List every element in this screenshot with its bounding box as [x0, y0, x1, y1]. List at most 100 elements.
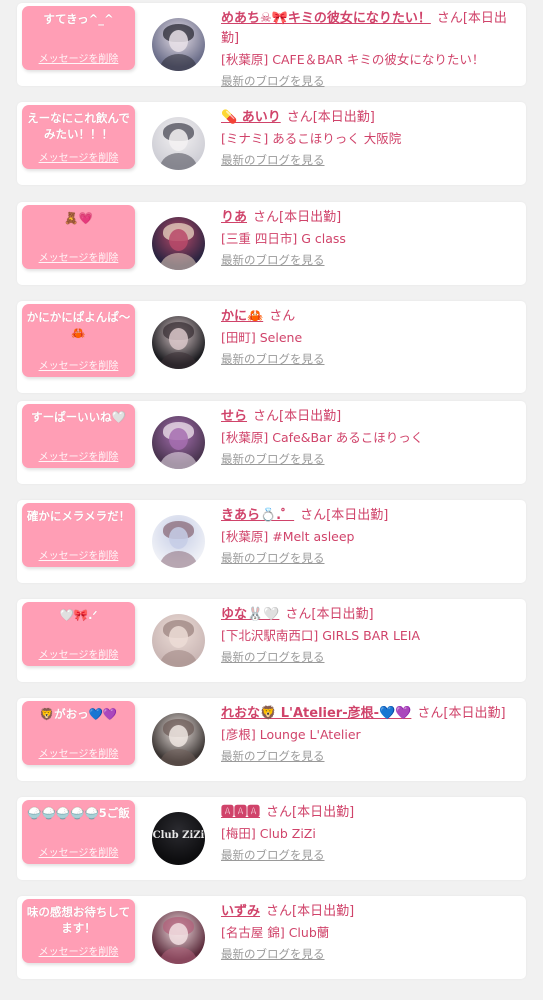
cast-name-link[interactable]: めあち☠🎀キミの彼女になりたい！ — [221, 11, 431, 26]
avatar-photo-icon[interactable] — [152, 416, 205, 469]
message-bubble: すーぱーいいね🤍 メッセージを削除 — [22, 404, 135, 468]
cast-info: 🅰🅰🅰 さん[本日出勤] [梅田] Club ZiZi 最新のブログを見る — [221, 803, 519, 863]
avatar-body-shape — [160, 749, 197, 766]
avatar-photo-icon[interactable] — [152, 316, 205, 369]
avatar-face-shape — [169, 428, 188, 450]
delete-message-button[interactable]: メッセージを削除 — [22, 149, 135, 164]
club-logo-icon[interactable]: Club ZiZi — [152, 812, 205, 865]
latest-blog-link[interactable]: 最新のブログを見る — [221, 649, 325, 665]
message-card: えーなにこれ飲んでみたい！！！ メッセージを削除 💊 あいり さん[本日出勤] [ミナミ… — [17, 102, 526, 185]
honorific-label: さん — [266, 904, 293, 919]
message-card: 🤍🎀.ᐟ メッセージを削除 ゆな🐰🤍 さん[本日出勤] [下北沢駅南西口] GIRLS … — [17, 599, 526, 682]
cast-name-link[interactable]: りあ — [221, 210, 247, 225]
work-status: [本日出勤] — [326, 508, 389, 523]
message-card: 確かにメラメラだ！ メッセージを削除 きあら💍.゜ さん[本日出勤] [秋葉原] #Me… — [17, 500, 526, 583]
cast-name-line: きあら💍.゜ さん[本日出勤] — [221, 506, 519, 526]
message-text: すーぱーいいね🤍 — [31, 410, 126, 424]
honorific-label: さん — [436, 11, 463, 26]
delete-message-button[interactable]: メッセージを削除 — [22, 745, 135, 760]
latest-blog-link[interactable]: 最新のブログを見る — [221, 152, 325, 168]
cast-name-link[interactable]: いずみ — [221, 904, 260, 919]
delete-message-button[interactable]: メッセージを削除 — [22, 249, 135, 264]
cast-name-line: りあ さん[本日出勤] — [221, 208, 519, 228]
cast-name-link[interactable]: 🅰🅰🅰 — [221, 805, 260, 820]
latest-blog-link[interactable]: 最新のブログを見る — [221, 946, 325, 962]
cast-name-link[interactable]: ゆな🐰🤍 — [221, 607, 279, 622]
work-status: [本日出勤] — [279, 409, 342, 424]
cast-name-link[interactable]: れおな🦁 L'Atelier-彦根-💙💜 — [221, 706, 411, 721]
message-bubble: 味の感想お待ちしてます！ メッセージを削除 — [22, 899, 135, 963]
work-status: [本日出勤] — [311, 607, 374, 622]
message-card: 🦁がおっ💙💜 メッセージを削除 れおな🦁 L'Atelier-彦根-💙💜 さん[本日出… — [17, 698, 526, 781]
shop-name: [秋葉原] Cafe&Bar あるこほりっく — [221, 430, 424, 445]
avatar-photo-icon[interactable] — [152, 217, 205, 270]
avatar-photo-icon[interactable] — [152, 713, 205, 766]
delete-message-button[interactable]: メッセージを削除 — [22, 50, 135, 65]
avatar-photo-icon[interactable] — [152, 614, 205, 667]
cast-name-line: めあち☠🎀キミの彼女になりたい！ さん[本日出勤] — [221, 9, 519, 49]
latest-blog-link[interactable]: 最新のブログを見る — [221, 847, 325, 863]
cast-name-link[interactable]: きあら💍.゜ — [221, 508, 294, 523]
message-card: 味の感想お待ちしてます！ メッセージを削除 いずみ さん[本日出勤] [名古屋 錦] C… — [17, 896, 526, 979]
delete-message-button[interactable]: メッセージを削除 — [22, 646, 135, 661]
avatar-face-shape — [169, 129, 188, 151]
cast-name-line: 🅰🅰🅰 さん[本日出勤] — [221, 803, 519, 823]
delete-message-button[interactable]: メッセージを削除 — [22, 357, 135, 372]
cast-name-link[interactable]: かに🦀 — [221, 309, 263, 324]
honorific-label: さん — [286, 110, 313, 125]
avatar-photo-icon[interactable] — [152, 18, 205, 71]
shop-name: [梅田] Club ZiZi — [221, 826, 316, 841]
message-bubble: 🍚🍚🍚🍚🍚5ご飯 メッセージを削除 — [22, 800, 135, 864]
latest-blog-link[interactable]: 最新のブログを見る — [221, 73, 325, 89]
avatar-face-shape — [169, 30, 188, 52]
avatar-body-shape — [160, 947, 197, 964]
latest-blog-link[interactable]: 最新のブログを見る — [221, 451, 325, 467]
honorific-label: さん — [417, 706, 444, 721]
work-status: [本日出勤] — [292, 904, 355, 919]
cast-info: せら さん[本日出勤] [秋葉原] Cafe&Bar あるこほりっく 最新のブログを見… — [221, 407, 519, 467]
avatar-face-shape — [169, 626, 188, 648]
latest-blog-link[interactable]: 最新のブログを見る — [221, 252, 325, 268]
avatar-body-shape — [160, 551, 197, 568]
cast-info: ゆな🐰🤍 さん[本日出勤] [下北沢駅南西口] GIRLS BAR LEIA 最新のブ… — [221, 605, 519, 665]
cast-name-link[interactable]: 💊 あいり — [221, 110, 281, 125]
avatar-photo-icon[interactable] — [152, 117, 205, 170]
message-bubble: 🦁がおっ💙💜 メッセージを削除 — [22, 701, 135, 765]
avatar-face-shape — [169, 328, 188, 350]
avatar-photo-icon[interactable] — [152, 515, 205, 568]
avatar-photo-icon[interactable] — [152, 911, 205, 964]
message-text: 🦁がおっ💙💜 — [39, 707, 118, 721]
cast-info: かに🦀 さん [田町] Selene 最新のブログを見る — [221, 307, 519, 367]
delete-message-button[interactable]: メッセージを削除 — [22, 547, 135, 562]
message-text: すてきっ^_^ — [43, 12, 114, 26]
message-card: すーぱーいいね🤍 メッセージを削除 せら さん[本日出勤] [秋葉原] Cafe&Bar… — [17, 401, 526, 484]
latest-blog-link[interactable]: 最新のブログを見る — [221, 351, 325, 367]
cast-info: りあ さん[本日出勤] [三重 四日市] G class 最新のブログを見る — [221, 208, 519, 268]
message-text: えーなにこれ飲んでみたい！！！ — [27, 111, 130, 141]
avatar-face-shape — [169, 229, 188, 251]
cast-info: めあち☠🎀キミの彼女になりたい！ さん[本日出勤] [秋葉原] CAFE＆BAR キ… — [221, 9, 519, 89]
avatar-body-shape — [160, 54, 197, 71]
work-status: [本日出勤] — [312, 110, 375, 125]
message-bubble: かにかにぱよんぱ〜🦀 メッセージを削除 — [22, 304, 135, 377]
delete-message-button[interactable]: メッセージを削除 — [22, 448, 135, 463]
cast-name-link[interactable]: せら — [221, 409, 247, 424]
shop-name: [ミナミ] あるこほりっく 大阪院 — [221, 131, 402, 146]
delete-message-button[interactable]: メッセージを削除 — [22, 844, 135, 859]
cast-info: きあら💍.゜ さん[本日出勤] [秋葉原] #Melt asleep 最新のブログを見… — [221, 506, 519, 566]
cast-name-line: せら さん[本日出勤] — [221, 407, 519, 427]
message-text: 確かにメラメラだ！ — [26, 509, 131, 523]
cast-info: れおな🦁 L'Atelier-彦根-💙💜 さん[本日出勤] [彦根] Lounge … — [221, 704, 519, 764]
latest-blog-link[interactable]: 最新のブログを見る — [221, 748, 325, 764]
cast-info: いずみ さん[本日出勤] [名古屋 錦] Club蘭 最新のブログを見る — [221, 902, 519, 962]
shop-name: [秋葉原] #Melt asleep — [221, 529, 355, 544]
message-text: 味の感想お待ちしてます！ — [26, 905, 131, 935]
shop-name: [秋葉原] CAFE＆BAR キミの彼女になりたい！ — [221, 52, 485, 67]
cast-name-line: かに🦀 さん — [221, 307, 519, 327]
latest-blog-link[interactable]: 最新のブログを見る — [221, 550, 325, 566]
honorific-label: さん — [253, 409, 280, 424]
shop-name: [下北沢駅南西口] GIRLS BAR LEIA — [221, 628, 421, 643]
avatar-face-shape — [169, 725, 188, 747]
message-bubble: すてきっ^_^ メッセージを削除 — [22, 6, 135, 70]
delete-message-button[interactable]: メッセージを削除 — [22, 943, 135, 958]
